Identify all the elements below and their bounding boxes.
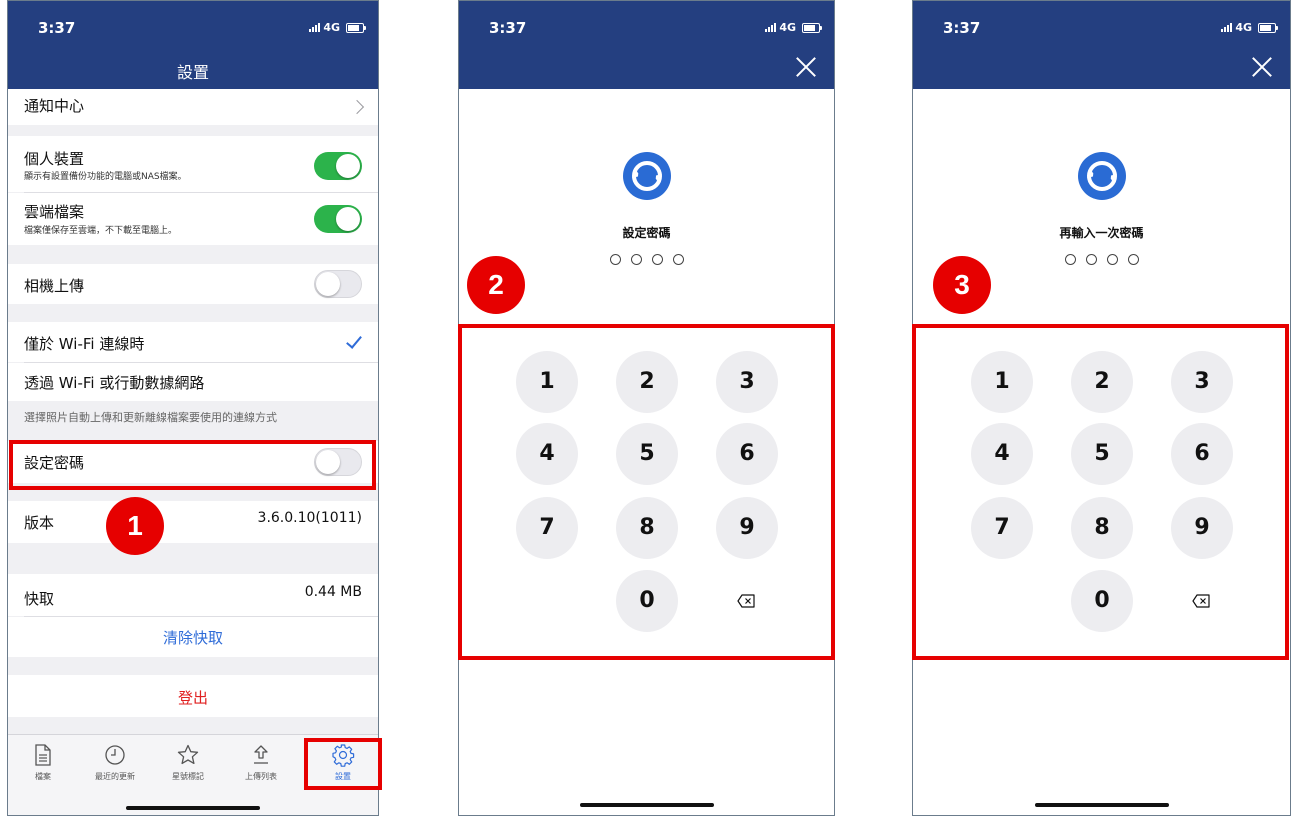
step-badge-2: 2 bbox=[467, 256, 525, 314]
clear-cache-button[interactable]: 清除快取 bbox=[8, 627, 378, 648]
notification-center-row[interactable]: 通知中心 bbox=[8, 89, 378, 125]
camera-upload-label: 相機上傳 bbox=[24, 277, 85, 295]
tab-upload-list[interactable]: 上傳列表 bbox=[226, 743, 296, 782]
passcode-dot bbox=[1085, 254, 1097, 265]
cloud-files-label: 雲端檔案 bbox=[24, 203, 85, 221]
wifi-only-row[interactable]: 僅於 Wi-Fi 連線時 bbox=[8, 322, 378, 362]
passcode-dot bbox=[609, 254, 621, 265]
tab-files[interactable]: 檔案 bbox=[8, 743, 78, 782]
tab-starred[interactable]: 星號標記 bbox=[153, 743, 223, 782]
tab-recent-label: 最近的更新 bbox=[95, 772, 135, 781]
passcode-dot bbox=[1064, 254, 1076, 265]
nav-bar: 設置 bbox=[8, 49, 378, 89]
passcode-dot bbox=[630, 254, 642, 265]
chevron-right-icon bbox=[349, 99, 365, 115]
step-badge-3: 3 bbox=[933, 256, 991, 314]
highlight-keypad-step2 bbox=[458, 324, 835, 660]
upload-icon bbox=[254, 745, 268, 764]
tab-recent[interactable]: 最近的更新 bbox=[80, 743, 150, 782]
status-bar: 3:37 4G bbox=[459, 1, 834, 49]
highlight-keypad-step3 bbox=[912, 324, 1289, 660]
battery-icon bbox=[346, 22, 366, 33]
tab-starred-label: 星號標記 bbox=[172, 772, 204, 781]
home-indicator bbox=[126, 806, 260, 810]
personal-devices-row: 個人裝置 顯示有設置備份功能的電腦或NAS檔案。 bbox=[8, 136, 378, 192]
settings-screen: 3:37 4G 設置 通知中心 個人裝置 顯示有設置備份功能的電腦或NAS檔案。… bbox=[7, 0, 379, 816]
wifi-or-cellular-label: 透過 Wi-Fi 或行動數據網路 bbox=[24, 374, 205, 392]
wifi-only-label: 僅於 Wi-Fi 連線時 bbox=[24, 335, 145, 353]
status-bar: 3:37 4G bbox=[913, 1, 1290, 49]
battery-icon bbox=[1258, 22, 1278, 33]
tab-files-label: 檔案 bbox=[35, 772, 51, 781]
clock-icon bbox=[105, 745, 125, 765]
notification-center-label: 通知中心 bbox=[24, 97, 85, 115]
nav-bar bbox=[459, 49, 834, 89]
status-time: 3:37 bbox=[489, 19, 527, 37]
wifi-or-cellular-row[interactable]: 透過 Wi-Fi 或行動數據網路 bbox=[8, 363, 378, 401]
step-badge-1: 1 bbox=[106, 497, 164, 555]
highlight-settings-tab bbox=[304, 738, 382, 790]
passcode-dot bbox=[1127, 254, 1139, 265]
camera-upload-toggle[interactable] bbox=[314, 270, 362, 298]
passcode-dot bbox=[651, 254, 663, 265]
version-row: 版本 3.6.0.10(1011) bbox=[8, 501, 378, 543]
signal-icon bbox=[1221, 23, 1233, 32]
checkmark-icon bbox=[346, 332, 362, 349]
status-time: 3:37 bbox=[943, 19, 981, 37]
network-label: 4G bbox=[1235, 21, 1252, 34]
sync-logo-icon bbox=[1077, 152, 1126, 200]
passcode-title: 設定密碼 bbox=[622, 226, 671, 240]
page-title: 設置 bbox=[176, 63, 209, 82]
file-icon bbox=[35, 744, 51, 766]
signal-indicator: 4G bbox=[309, 21, 366, 34]
personal-devices-toggle[interactable] bbox=[314, 152, 362, 180]
passcode-dot bbox=[672, 254, 684, 265]
network-label: 4G bbox=[323, 21, 340, 34]
cloud-files-row: 雲端檔案 檔案僅保存至雲端，不下載至電腦上。 bbox=[8, 193, 378, 245]
cloud-files-toggle[interactable] bbox=[314, 205, 362, 233]
network-label: 4G bbox=[779, 21, 796, 34]
cache-row: 快取 0.44 MB bbox=[8, 574, 378, 616]
version-value: 3.6.0.10(1011) bbox=[257, 510, 362, 526]
home-indicator bbox=[579, 803, 714, 807]
star-icon bbox=[177, 744, 199, 765]
passcode-dot bbox=[1106, 254, 1118, 265]
connection-note: 選擇照片自動上傳和更新離線檔案要使用的連線方式 bbox=[24, 411, 277, 424]
version-label: 版本 bbox=[24, 514, 55, 532]
status-bar: 3:37 4G bbox=[8, 1, 378, 49]
home-indicator bbox=[1034, 803, 1169, 807]
logout-row[interactable]: 登出 bbox=[8, 675, 378, 717]
clear-cache-row[interactable]: 清除快取 bbox=[8, 617, 378, 657]
cloud-files-desc: 檔案僅保存至雲端，不下載至電腦上。 bbox=[24, 226, 178, 236]
personal-devices-label: 個人裝置 bbox=[24, 150, 85, 168]
cache-value: 0.44 MB bbox=[304, 584, 362, 600]
signal-icon bbox=[309, 23, 321, 32]
signal-indicator: 4G bbox=[765, 21, 822, 34]
cache-label: 快取 bbox=[24, 590, 55, 608]
personal-devices-desc: 顯示有設置備份功能的電腦或NAS檔案。 bbox=[24, 172, 187, 182]
nav-bar bbox=[913, 49, 1290, 89]
status-time: 3:37 bbox=[38, 19, 76, 37]
passcode-title: 再輸入一次密碼 bbox=[1059, 226, 1144, 240]
signal-indicator: 4G bbox=[1221, 21, 1278, 34]
close-icon[interactable] bbox=[1248, 53, 1276, 81]
logout-button[interactable]: 登出 bbox=[8, 687, 378, 708]
camera-upload-row: 相機上傳 bbox=[8, 264, 378, 304]
sync-logo-icon bbox=[622, 152, 671, 200]
highlight-set-passcode bbox=[9, 440, 376, 490]
battery-icon bbox=[802, 22, 822, 33]
tab-upload-list-label: 上傳列表 bbox=[245, 772, 277, 781]
signal-icon bbox=[765, 23, 777, 32]
close-icon[interactable] bbox=[792, 53, 820, 81]
